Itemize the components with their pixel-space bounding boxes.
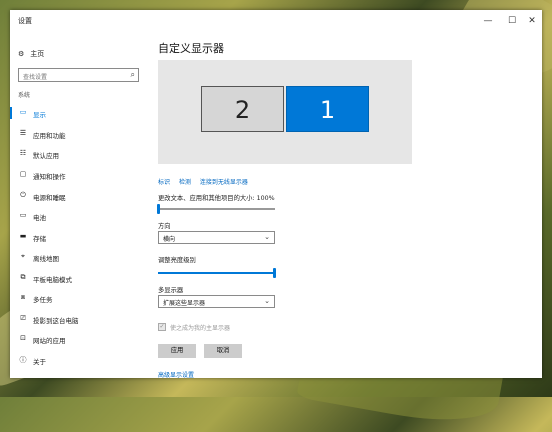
apps-list-icon: ☰ [19,129,27,137]
orientation-dropdown[interactable]: 横向 ⌄ [158,231,275,244]
cancel-button[interactable]: 取消 [204,344,242,358]
main-display-checkbox[interactable]: ✓ [158,323,166,331]
minimize-button[interactable]: — [480,13,496,29]
notification-icon: ▢ [19,170,27,178]
active-indicator [10,107,12,119]
sidebar-item-label: 投影到这台电脑 [33,317,79,325]
battery-icon: ▭ [19,211,27,219]
maximize-button[interactable]: ☐ [504,13,520,29]
sidebar-item-label: 默认应用 [33,152,59,160]
home-label: 主页 [30,50,45,58]
sidebar-item-default-apps[interactable]: ☷ 默认应用 [10,146,146,162]
brightness-slider[interactable] [158,268,276,278]
connect-wireless-link[interactable]: 连接到无线显示器 [200,179,248,186]
sidebar-item-label: 显示 [33,111,46,119]
sidebar-item-label: 平板电脑模式 [33,276,72,284]
multi-display-dropdown[interactable]: 扩展这些显示器 ⌄ [158,295,275,308]
brightness-label: 调整亮度级别 [158,257,196,264]
sidebar-item-label: 电池 [33,214,46,222]
advanced-display-settings-link[interactable]: 高级显示设置 [158,370,194,379]
apps-for-websites-icon: ⊡ [20,334,26,342]
sidebar-item-notifications[interactable]: ▢ 通知和操作 [10,167,146,183]
page-title: 自定义显示器 [158,42,224,55]
monitor-2-tile[interactable]: 2 [201,86,284,132]
sidebar-item-tablet-mode[interactable]: ⧉ 平板电脑模式 [10,270,146,286]
monitor-1-tile[interactable]: 1 [286,86,369,132]
main-content: 自定义显示器 2 1 标识 检测 连接到无线显示器 更改文本、应用和其他项目的大… [156,34,536,379]
scale-slider-thumb[interactable] [157,204,160,214]
gear-icon: ⚙ [18,50,25,58]
sidebar-item-label: 多任务 [33,296,53,304]
search-placeholder: 查找设置 [23,74,48,81]
scale-label: 更改文本、应用和其他项目的大小: 100% [158,195,275,202]
sidebar-item-display[interactable]: ▭ 显示 [10,105,146,121]
detect-link[interactable]: 检测 [179,179,191,186]
sidebar-item-label: 电源和睡眠 [33,194,66,202]
home-link[interactable]: ⚙ 主页 [18,49,44,59]
sidebar-item-about[interactable]: ⓘ 关于 [10,352,146,368]
tablet-mode-icon: ⧉ [20,273,26,281]
window-title: 设置 [18,17,32,25]
sidebar-item-label: 离线地图 [33,255,59,263]
sidebar-item-offline-maps[interactable]: ⌖ 离线地图 [10,249,146,265]
multi-display-label: 多显示器 [158,287,184,294]
about-icon: ⓘ [19,356,27,364]
display-links: 标识 检测 连接到无线显示器 [158,177,255,186]
sidebar-item-label: 通知和操作 [33,173,66,181]
orientation-label: 方向 [158,223,171,230]
monitor-icon: ▭ [19,108,27,116]
multitasking-icon: ⧈ [20,293,26,301]
projecting-icon: ⎚ [20,314,26,322]
power-icon: ⏻ [20,191,26,199]
main-display-checkbox-label: 使之成为我的主显示器 [170,325,231,332]
apply-button[interactable]: 应用 [158,344,196,358]
close-button[interactable]: ✕ [524,13,540,29]
sidebar-item-power-sleep[interactable]: ⏻ 电源和睡眠 [10,188,146,204]
default-apps-icon: ☷ [19,149,27,157]
sidebar-item-apps-for-websites[interactable]: ⊡ 网站的应用 [10,331,146,347]
identify-link[interactable]: 标识 [158,179,170,186]
brightness-slider-fill [158,272,275,274]
sidebar-item-apps-features[interactable]: ☰ 应用和功能 [10,126,146,142]
sidebar-item-projecting[interactable]: ⎚ 投影到这台电脑 [10,311,146,327]
sidebar: ⚙ 主页 查找设置 ⌕ 系统 ▭ 显示 ☰ 应用和功能 ☷ 默认应用 ▢ 通知和… [10,34,146,378]
sidebar-item-label: 网站的应用 [33,337,66,345]
sidebar-item-battery[interactable]: ▭ 电池 [10,208,146,224]
search-icon[interactable]: ⌕ [131,70,135,80]
brightness-slider-thumb[interactable] [273,268,276,278]
section-header: 系统 [18,92,31,99]
orientation-value: 横向 [163,236,176,243]
settings-window: 设置 — ☐ ✕ ⚙ 主页 查找设置 ⌕ 系统 ▭ 显示 ☰ 应用和功能 ☷ 默… [10,10,542,379]
chevron-down-icon: ⌄ [264,233,270,241]
storage-icon: ▬ [19,232,27,240]
multi-display-value: 扩展这些显示器 [163,300,206,307]
offline-maps-icon: ⌖ [21,252,25,260]
sidebar-item-multitasking[interactable]: ⧈ 多任务 [10,290,146,306]
sidebar-item-label: 应用和功能 [33,132,66,140]
search-input[interactable]: 查找设置 ⌕ [18,68,139,82]
sidebar-item-storage[interactable]: ▬ 存储 [10,229,146,245]
display-arrangement-preview: 2 1 [158,60,412,164]
sidebar-item-label: 关于 [33,358,46,366]
chevron-down-icon: ⌄ [264,297,270,305]
title-bar: 设置 — ☐ ✕ [10,10,542,34]
scale-slider[interactable] [157,204,275,214]
sidebar-item-label: 存储 [33,235,46,243]
